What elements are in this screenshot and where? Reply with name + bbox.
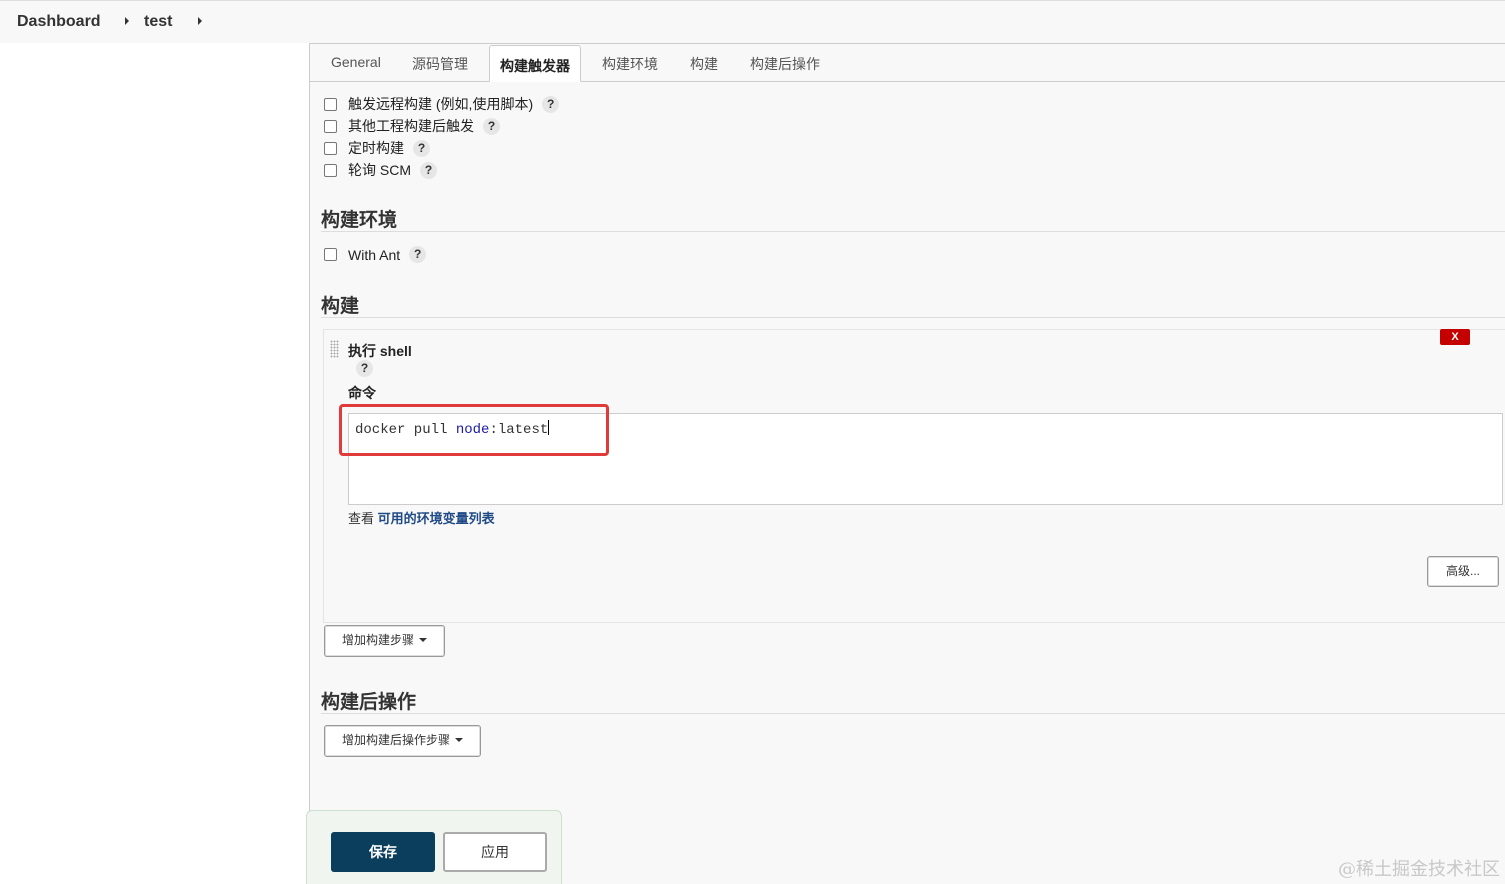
post-build-title: 构建后操作 xyxy=(321,692,417,713)
add-build-step-button[interactable]: 增加构建步骤 xyxy=(324,625,446,657)
env-vars-link[interactable]: 可用的环境变量列表 xyxy=(378,511,495,526)
trigger-upstream-label[interactable]: 其他工程构建后触发 xyxy=(348,116,474,136)
command-label: 命令 xyxy=(348,385,376,401)
help-icon[interactable]: ? xyxy=(413,139,430,157)
with-ant-label[interactable]: With Ant xyxy=(348,247,400,263)
breadcrumb-arrow-icon[interactable] xyxy=(125,17,129,25)
save-button[interactable]: 保存 xyxy=(331,832,435,872)
help-icon[interactable]: ? xyxy=(356,360,373,377)
breadcrumb-dashboard[interactable]: Dashboard xyxy=(17,13,101,31)
add-post-build-step-button[interactable]: 增加构建后操作步骤 xyxy=(324,725,482,757)
tab-general[interactable]: General xyxy=(331,54,381,70)
help-icon[interactable]: ? xyxy=(420,161,437,179)
trigger-upstream-checkbox[interactable] xyxy=(324,119,337,133)
trigger-cron-label[interactable]: 定时构建 xyxy=(348,138,404,158)
divider xyxy=(321,713,1505,714)
tab-build[interactable]: 构建 xyxy=(690,54,718,74)
config-panel: General 源码管理 构建触发器 构建环境 构建 构建后操作 触发远程构建 … xyxy=(306,43,1505,884)
trigger-remote-checkbox[interactable] xyxy=(324,97,337,111)
with-ant-row: With Ant ? xyxy=(324,246,427,263)
help-icon[interactable]: ? xyxy=(409,246,427,263)
trigger-cron-checkbox[interactable] xyxy=(324,141,337,155)
build-env-title: 构建环境 xyxy=(321,210,398,231)
delete-step-button[interactable]: X xyxy=(1440,329,1470,345)
tab-build-env[interactable]: 构建环境 xyxy=(602,54,658,74)
advanced-button[interactable]: 高级... xyxy=(1427,556,1499,587)
breadcrumb: Dashboard test xyxy=(0,0,1505,43)
trigger-cron-row: 定时构建 ? xyxy=(324,138,430,158)
help-icon[interactable]: ? xyxy=(483,117,500,135)
breadcrumb-arrow-icon[interactable] xyxy=(198,17,202,25)
trigger-remote-label[interactable]: 触发远程构建 (例如,使用脚本) xyxy=(348,94,533,114)
caret-down-icon xyxy=(419,638,428,642)
drag-handle-icon[interactable] xyxy=(330,340,339,358)
shell-step-title: 执行 shell xyxy=(348,343,412,359)
breadcrumb-test[interactable]: test xyxy=(144,13,172,31)
tab-post-build[interactable]: 构建后操作 xyxy=(750,54,820,74)
divider xyxy=(321,317,1505,318)
env-vars-line: 查看 可用的环境变量列表 xyxy=(348,508,495,527)
trigger-poll-scm-label[interactable]: 轮询 SCM xyxy=(348,160,411,180)
env-vars-prefix: 查看 xyxy=(348,511,375,526)
tab-scm[interactable]: 源码管理 xyxy=(412,54,468,74)
add-build-step-label: 增加构建步骤 xyxy=(342,633,415,647)
sidebar xyxy=(0,43,309,884)
caret-down-icon xyxy=(455,738,464,742)
with-ant-checkbox[interactable] xyxy=(324,248,337,261)
build-title: 构建 xyxy=(321,296,360,317)
shell-step-panel: 执行 shell X ? 命令 docker pull node:latest … xyxy=(323,329,1505,623)
tab-bar: General 源码管理 构建触发器 构建环境 构建 构建后操作 xyxy=(310,44,1505,82)
add-post-build-step-label: 增加构建后操作步骤 xyxy=(342,733,451,747)
watermark: @稀土掘金技术社区 xyxy=(1338,859,1500,880)
highlight-annotation xyxy=(339,404,609,456)
trigger-remote-row: 触发远程构建 (例如,使用脚本) ? xyxy=(324,94,560,114)
form-footer: 保存 应用 xyxy=(306,810,562,884)
trigger-poll-scm-row: 轮询 SCM ? xyxy=(324,160,437,180)
help-icon[interactable]: ? xyxy=(542,95,560,113)
divider xyxy=(321,231,1505,232)
trigger-poll-scm-checkbox[interactable] xyxy=(324,163,337,177)
tab-build-triggers[interactable]: 构建触发器 xyxy=(489,45,581,82)
apply-button[interactable]: 应用 xyxy=(443,832,547,872)
trigger-upstream-row: 其他工程构建后触发 ? xyxy=(324,116,500,136)
